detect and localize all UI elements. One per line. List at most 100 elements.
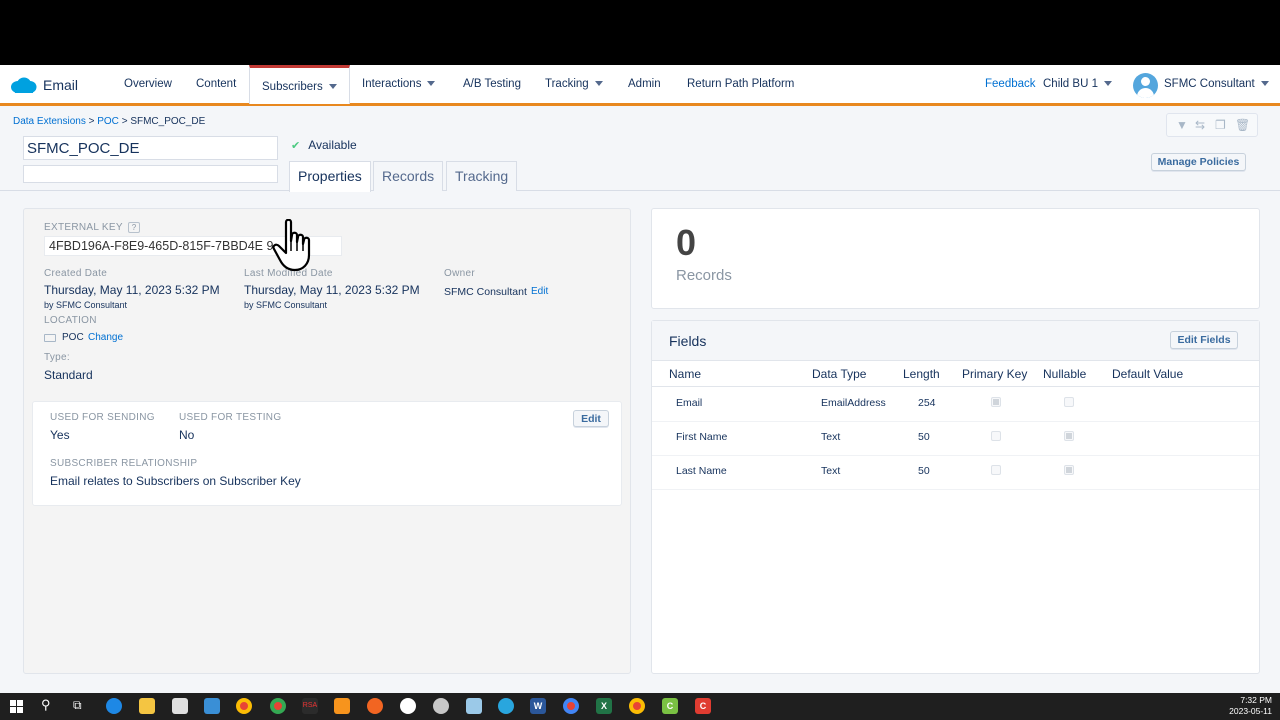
field-data-type: Text	[821, 465, 841, 477]
app-name[interactable]: Email	[43, 77, 78, 93]
breadcrumb: Data Extensions > POC > SFMC_POC_DE	[13, 116, 205, 127]
data-extension-name-input[interactable]: SFMC_POC_DE	[23, 136, 278, 160]
table-row[interactable]: First Name Text 50	[652, 422, 1259, 456]
column-header-primary-key[interactable]: Primary Key	[962, 367, 1027, 381]
filter-icon[interactable]: ▼	[1176, 118, 1188, 132]
external-key-label: EXTERNAL KEY	[44, 222, 123, 233]
nav-content[interactable]: Content	[196, 78, 236, 90]
fields-title-bar: Fields Edit Fields	[652, 321, 1259, 361]
nav-admin[interactable]: Admin	[628, 78, 661, 90]
owner-edit-link[interactable]: Edit	[531, 286, 548, 297]
records-count-card: 0 Records	[651, 208, 1260, 309]
created-by: by SFMC Consultant	[44, 300, 128, 310]
sfmc-window: Email Overview Content Subscribers Inter…	[0, 65, 1280, 693]
used-for-sending-value: Yes	[50, 428, 70, 442]
column-header-nullable[interactable]: Nullable	[1043, 367, 1086, 381]
nav-subscribers[interactable]: Subscribers	[249, 65, 350, 104]
breadcrumb-poc[interactable]: POC	[97, 116, 119, 127]
table-row[interactable]: Email EmailAddress 254	[652, 388, 1259, 422]
chrome-profile-2-icon[interactable]	[629, 698, 645, 714]
column-header-name[interactable]: Name	[669, 367, 701, 381]
sublime-icon[interactable]	[334, 698, 350, 714]
task-view-icon[interactable]: ⧉	[73, 698, 82, 713]
column-header-data-type[interactable]: Data Type	[812, 367, 866, 381]
tab-tracking[interactable]: Tracking	[446, 161, 518, 191]
status-text: Available	[308, 138, 357, 152]
sending-edit-button[interactable]: Edit	[573, 410, 609, 427]
folder-icon	[44, 334, 56, 342]
chevron-down-icon	[1103, 81, 1112, 87]
windows-taskbar: ⚲ ⧉ RSA W X C C 7:32 PM 2023-05-11	[0, 693, 1280, 720]
chrome-icon[interactable]	[236, 698, 252, 714]
camtasia-icon[interactable]: C	[662, 698, 678, 714]
chrome-active-icon[interactable]	[270, 698, 286, 714]
nav-ab-testing[interactable]: A/B Testing	[463, 78, 521, 90]
postman-icon[interactable]	[367, 698, 383, 714]
created-date-value: Thursday, May 11, 2023 5:32 PM	[44, 283, 220, 297]
move-icon[interactable]: ⇆	[1195, 118, 1205, 132]
business-unit-selector[interactable]: Child BU 1	[1043, 78, 1112, 90]
owner-label: Owner	[444, 268, 475, 279]
business-unit-label: Child BU 1	[1043, 78, 1098, 90]
tab-properties[interactable]: Properties	[289, 161, 371, 192]
slack-icon[interactable]	[400, 698, 416, 714]
nullable-checkbox	[1064, 397, 1074, 407]
app-icon[interactable]	[433, 698, 449, 714]
data-extension-description-input[interactable]	[23, 165, 278, 183]
user-name: SFMC Consultant	[1164, 78, 1255, 90]
field-name: Email	[676, 397, 703, 409]
nullable-checkbox	[1064, 465, 1074, 475]
modified-date-value: Thursday, May 11, 2023 5:32 PM	[244, 283, 420, 297]
system-clock[interactable]: 7:32 PM 2023-05-11	[1229, 695, 1272, 717]
feedback-link[interactable]: Feedback	[985, 78, 1036, 90]
notepad-icon[interactable]	[466, 698, 482, 714]
rsa-icon[interactable]: RSA	[302, 698, 318, 714]
location-change-link[interactable]: Change	[88, 332, 123, 343]
recorder-icon[interactable]: C	[695, 698, 711, 714]
field-length: 50	[918, 465, 930, 477]
store-icon[interactable]	[172, 698, 188, 714]
used-for-testing-label: USED FOR TESTING	[179, 412, 282, 423]
status-badge: ✔ Available	[291, 138, 357, 152]
data-extension-header: Data Extensions > POC > SFMC_POC_DE SFMC…	[0, 109, 1280, 192]
copy-icon[interactable]: ❐	[1215, 118, 1226, 132]
salesforce-cloud-icon[interactable]	[10, 77, 37, 95]
nav-overview[interactable]: Overview	[124, 78, 172, 90]
field-name: Last Name	[676, 465, 727, 477]
word-icon[interactable]: W	[530, 698, 546, 714]
mail-icon[interactable]	[204, 698, 220, 714]
nav-return-path[interactable]: Return Path Platform	[687, 78, 794, 90]
edit-fields-button[interactable]: Edit Fields	[1170, 331, 1238, 349]
search-icon[interactable]: ⚲	[41, 697, 51, 713]
table-row[interactable]: Last Name Text 50	[652, 456, 1259, 490]
fields-card: Fields Edit Fields Name Data Type Length…	[651, 320, 1260, 674]
nav-interactions[interactable]: Interactions	[362, 78, 436, 90]
nav-subscribers-label: Subscribers	[262, 81, 323, 93]
user-menu[interactable]: SFMC Consultant	[1164, 78, 1269, 90]
breadcrumb-data-extensions[interactable]: Data Extensions	[13, 116, 86, 127]
trash-icon[interactable]: 🗑	[1235, 118, 1250, 132]
sending-settings-card: USED FOR SENDING Yes USED FOR TESTING No…	[32, 401, 622, 506]
cloud-icon[interactable]	[498, 698, 514, 714]
primary-key-checkbox	[991, 465, 1001, 475]
nav-interactions-label: Interactions	[362, 78, 422, 90]
windows-start-icon[interactable]	[10, 700, 23, 713]
manage-policies-button[interactable]: Manage Policies	[1151, 153, 1246, 171]
column-header-default-value[interactable]: Default Value	[1112, 367, 1183, 381]
chrome-profile-icon[interactable]	[563, 698, 579, 714]
avatar[interactable]	[1133, 73, 1158, 98]
edge-browser-icon[interactable]	[106, 698, 122, 714]
type-label: Type:	[44, 352, 70, 363]
column-header-length[interactable]: Length	[903, 367, 940, 381]
breadcrumb-separator: >	[88, 116, 95, 127]
tab-records[interactable]: Records	[373, 161, 444, 191]
file-explorer-icon[interactable]	[139, 698, 155, 714]
excel-icon[interactable]: X	[596, 698, 612, 714]
nav-tracking-label: Tracking	[545, 78, 589, 90]
toolbar-icons: ▼ ⇆ ❐ 🗑	[1166, 113, 1258, 137]
chevron-down-icon	[1260, 81, 1269, 87]
primary-key-checkbox	[991, 397, 1001, 407]
nav-tracking[interactable]: Tracking	[545, 78, 603, 90]
help-icon[interactable]: ?	[128, 222, 140, 233]
fields-title: Fields	[669, 333, 707, 349]
